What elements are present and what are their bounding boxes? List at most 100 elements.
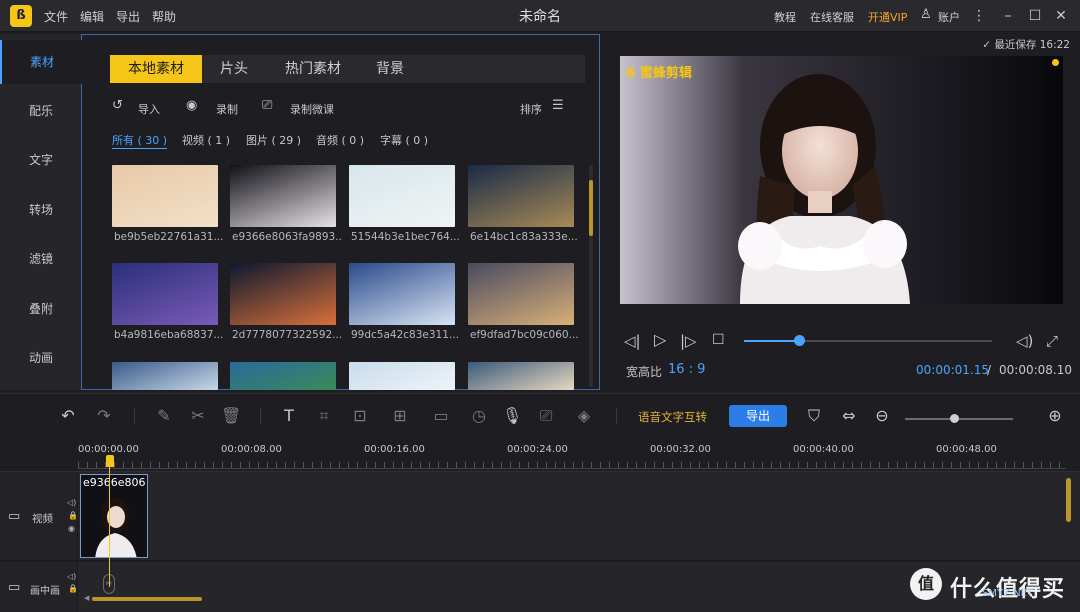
mosaic-icon[interactable]: ⊡ [350,406,370,426]
vip-link[interactable]: 开通VIP [868,9,907,25]
media-thumbnail[interactable] [468,362,574,390]
sort-button[interactable]: 排序 [520,101,542,117]
toolbar-divider [134,408,135,424]
text-tool-icon[interactable]: T [279,406,299,426]
microphone-icon[interactable]: 🎙 [502,406,522,426]
media-thumbnail[interactable] [112,165,218,227]
library-tabs: 本地素材 片头 热门素材 背景 [110,55,585,83]
record-lesson-button[interactable]: 录制微课 [290,101,334,117]
media-thumbnail[interactable] [468,263,574,325]
paint-bucket-icon[interactable]: ◈ [574,406,594,426]
marker-icon[interactable]: ⛉ [804,406,824,426]
toolbar-divider [616,408,617,424]
record-icon[interactable]: ◉ [186,98,197,113]
media-thumbnail[interactable] [230,263,336,325]
user-icon[interactable]: ♙ [920,7,932,22]
crop-icon[interactable]: ⌗ [314,406,334,426]
zoom-in-icon[interactable]: ⊕ [1045,406,1065,426]
split-scissors-icon[interactable]: ✂ [188,406,208,426]
pip-track-label: 画中画 [30,586,60,597]
track-volume-icon[interactable]: ◁) [67,498,76,507]
track-lock-icon[interactable]: 🔒 [68,511,78,520]
prev-frame-icon[interactable]: ◁| [624,332,641,350]
sidebar-item-media[interactable]: 素材 [0,40,82,84]
import-icon[interactable]: ↺ [112,98,123,113]
account-link[interactable]: 账户 [938,9,960,25]
media-thumbnail[interactable] [230,165,336,227]
filter-video[interactable]: 视频 ( 1 ) [182,132,230,148]
minimize-icon[interactable]: – [999,7,1017,25]
track-volume-icon[interactable]: ◁) [67,572,76,581]
video-track-label: 视频 [32,513,53,525]
media-thumbnail[interactable] [349,165,455,227]
next-frame-icon[interactable]: |▷ [680,332,697,350]
tutorial-link[interactable]: 教程 [774,9,796,25]
media-thumbnail[interactable] [230,362,336,390]
sort-list-icon[interactable]: ☰ [552,98,564,113]
sidebar-item-transition[interactable]: 转场 [0,188,82,232]
delete-icon[interactable]: 🗑 [221,406,241,426]
stop-icon[interactable]: ☐ [712,332,725,348]
support-link[interactable]: 在线客服 [810,9,854,25]
filter-all[interactable]: 所有 ( 30 ) [112,132,168,149]
fullscreen-icon[interactable]: ⤢ [1046,332,1058,350]
timeline-vertical-scrollbar[interactable] [1066,478,1071,522]
video-preview[interactable]: ß 蜜蜂剪辑 [620,56,1063,304]
tab-background[interactable]: 背景 [358,55,422,83]
filter-audio[interactable]: 音频 ( 0 ) [316,132,364,148]
screen-record-icon[interactable]: ⎚ [536,406,556,426]
scroll-left-icon[interactable]: ◀ [84,594,89,602]
sidebar-item-text[interactable]: 文字 [0,138,82,182]
zoom-out-icon[interactable]: ⊖ [872,406,892,426]
filter-image[interactable]: 图片 ( 29 ) [246,132,301,148]
record-lesson-icon[interactable]: ⎚ [262,98,272,113]
sidebar-item-music[interactable]: 配乐 [0,89,82,133]
watermark-dot [1052,59,1059,66]
track-lock-icon[interactable]: 🔒 [68,584,78,593]
seek-handle[interactable] [794,335,805,346]
play-icon[interactable]: ▷ [654,330,666,349]
record-button[interactable]: 录制 [216,101,238,117]
media-thumbnail[interactable] [112,362,218,390]
media-thumbnail[interactable] [349,362,455,390]
menu-help[interactable]: 帮助 [152,8,176,25]
pip-track-icon: ▭ [8,580,21,595]
library-scrollbar-thumb[interactable] [589,180,593,236]
close-icon[interactable]: ✕ [1052,7,1070,25]
sidebar-item-filter[interactable]: 滤镜 [0,237,82,281]
undo-icon[interactable]: ↶ [58,406,78,426]
media-thumbnail[interactable] [112,263,218,325]
import-button[interactable]: 导入 [138,101,160,117]
menu-file[interactable]: 文件 [44,8,68,25]
sidebar-item-animation[interactable]: 动画 [0,336,82,380]
freeze-frame-icon[interactable]: ⊞ [390,406,410,426]
volume-icon[interactable]: ◁) [1016,332,1033,350]
track-visibility-icon[interactable]: ◉ [68,524,75,533]
duration-clock-icon[interactable]: ◷ [469,406,489,426]
menu-export[interactable]: 导出 [116,8,140,25]
export-button[interactable]: 导出 [729,405,787,427]
fit-width-icon[interactable]: ⇔ [839,406,859,426]
zoom-slider[interactable] [905,418,1013,420]
timeline-horizontal-scrollbar[interactable] [92,597,202,601]
timeline-clip[interactable]: e9366e806 [80,474,148,558]
playhead-handle[interactable] [106,455,114,467]
tab-intro[interactable]: 片头 [202,55,266,83]
aspect-ratio-value[interactable]: 16 : 9 [668,362,705,377]
redo-icon[interactable]: ↷ [94,406,114,426]
filter-subtitle[interactable]: 字幕 ( 0 ) [380,132,428,148]
media-thumbnail-name: 2d7778077322592... [232,329,342,341]
autosave-status: ✓ 最近保存 16:22 [982,37,1070,52]
picture-in-picture-icon[interactable]: ▭ [431,406,451,426]
menu-edit[interactable]: 编辑 [80,8,104,25]
media-thumbnail[interactable] [349,263,455,325]
edit-pen-icon[interactable]: ✎ [154,406,174,426]
tab-hot-media[interactable]: 热门素材 [270,55,356,83]
media-thumbnail[interactable] [468,165,574,227]
more-icon[interactable]: ⋮ [970,7,988,25]
maximize-icon[interactable]: ☐ [1026,7,1044,25]
sidebar-item-overlay[interactable]: 叠附 [0,287,82,331]
zoom-slider-handle[interactable] [950,414,959,423]
speech-to-text-button[interactable]: 语音文字互转 [638,409,707,425]
tab-local-media[interactable]: 本地素材 [110,55,202,83]
